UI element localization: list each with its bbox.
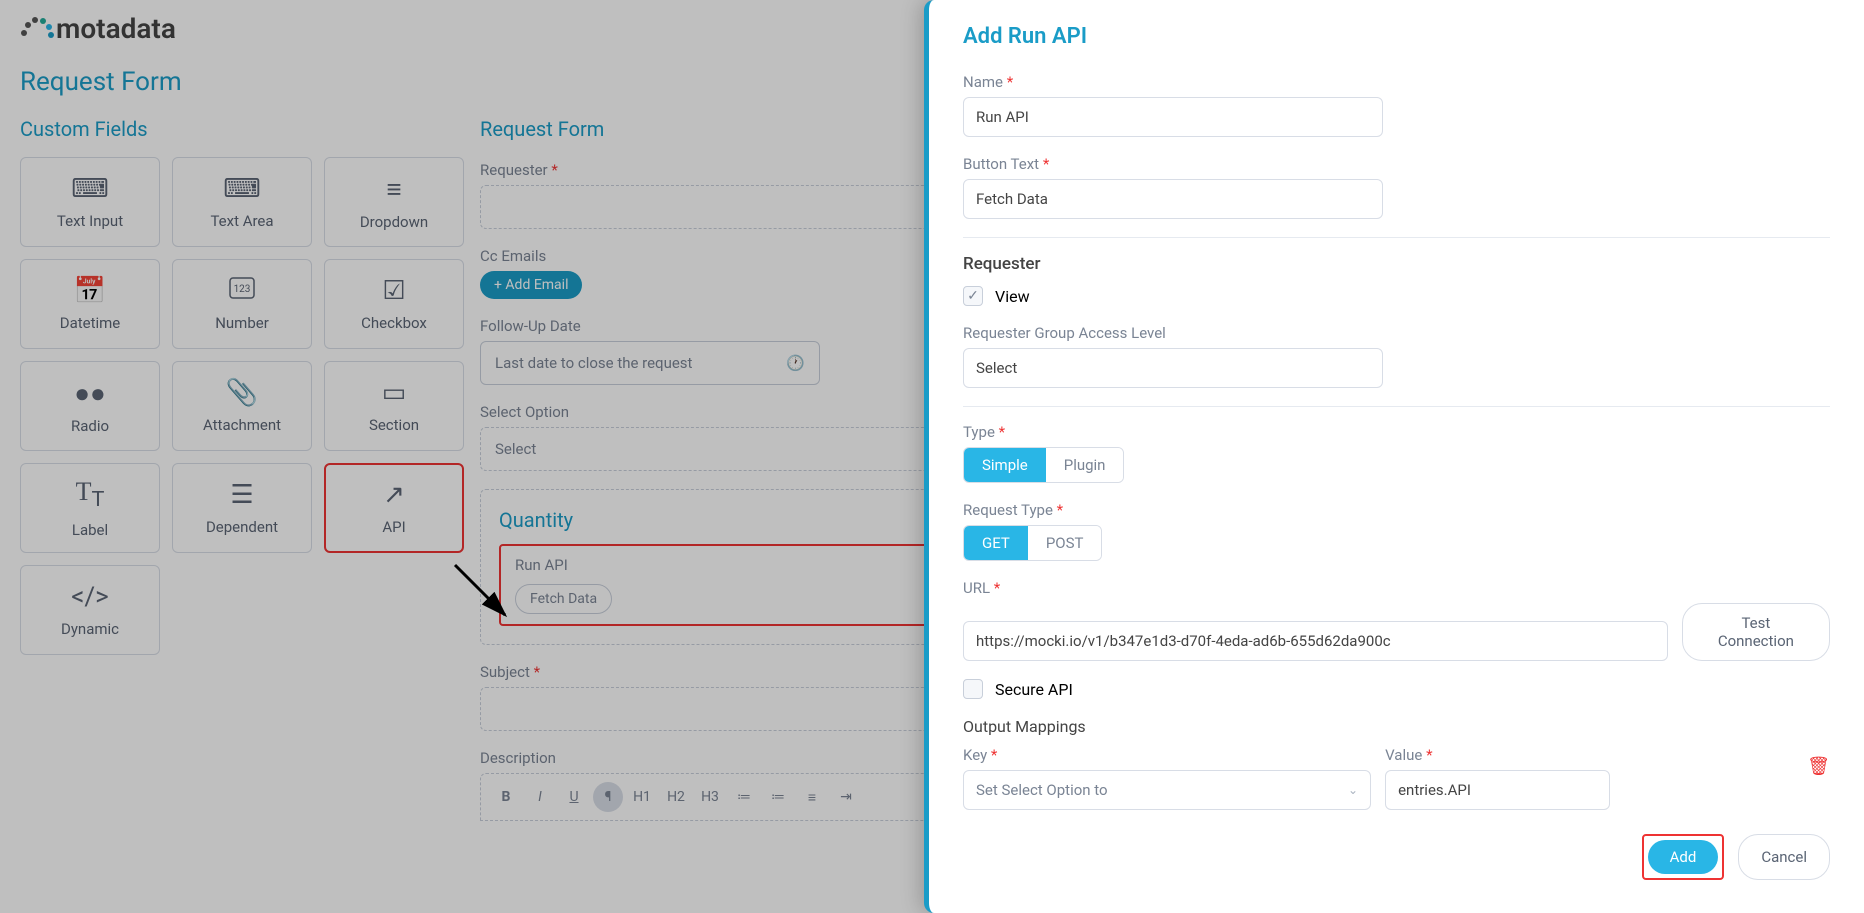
value-label: Value * — [1385, 746, 1793, 764]
secure-api-checkbox[interactable] — [963, 679, 983, 699]
logo-dots-icon — [20, 15, 54, 43]
button-text-input[interactable] — [963, 179, 1383, 219]
dropdown-icon: ≡ — [386, 174, 401, 205]
rte-indent[interactable]: ⇥ — [831, 782, 861, 812]
api-icon: ↗ — [383, 480, 405, 510]
text-area-icon: ⌨ — [223, 174, 261, 204]
field-checkbox[interactable]: ☑Checkbox — [324, 259, 464, 349]
field-text-area[interactable]: ⌨Text Area — [172, 157, 312, 247]
url-label: URL * — [963, 579, 1830, 597]
rte-paragraph[interactable]: ¶ — [593, 782, 623, 812]
key-label: Key * — [963, 746, 1371, 764]
url-input[interactable] — [963, 621, 1668, 661]
view-checkbox[interactable] — [963, 286, 983, 306]
rte-list-ul[interactable]: ≔ — [729, 782, 759, 812]
cancel-button[interactable]: Cancel — [1738, 834, 1830, 880]
dynamic-icon: </> — [71, 582, 109, 612]
test-connection-button[interactable]: Test Connection — [1682, 603, 1830, 661]
requester-section-header: Requester — [963, 254, 1830, 274]
divider — [963, 237, 1830, 238]
svg-text:123: 123 — [234, 284, 251, 295]
output-mappings-header: Output Mappings — [963, 717, 1830, 736]
fetch-data-button[interactable]: Fetch Data — [515, 584, 612, 614]
dependent-icon: ☰ — [230, 480, 253, 510]
text-input-icon: ⌨ — [71, 174, 109, 204]
value-input[interactable] — [1385, 770, 1610, 810]
section-icon: ▭ — [382, 378, 407, 408]
rte-h3[interactable]: H3 — [695, 782, 725, 812]
checkbox-icon: ☑ — [382, 276, 405, 306]
key-select[interactable]: Set Select Option to ⌄ — [963, 770, 1371, 810]
type-toggle: Simple Plugin — [963, 447, 1124, 483]
calendar-icon: 📅 — [74, 276, 106, 306]
field-dependent[interactable]: ☰Dependent — [172, 463, 312, 553]
rte-h2[interactable]: H2 — [661, 782, 691, 812]
group-access-label: Requester Group Access Level — [963, 324, 1830, 342]
panel-title: Add Run API — [963, 24, 1830, 49]
field-number[interactable]: 123Number — [172, 259, 312, 349]
field-text-input[interactable]: ⌨Text Input — [20, 157, 160, 247]
field-attachment[interactable]: 📎Attachment — [172, 361, 312, 451]
request-type-toggle: GET POST — [963, 525, 1102, 561]
button-text-label: Button Text * — [963, 155, 1830, 173]
name-label: Name * — [963, 73, 1830, 91]
field-section[interactable]: ▭Section — [324, 361, 464, 451]
field-api[interactable]: ↗API — [324, 463, 464, 553]
field-label[interactable]: TTLabel — [20, 463, 160, 553]
group-access-select[interactable]: Select — [963, 348, 1383, 388]
view-label: View — [995, 287, 1030, 306]
rte-list-ol[interactable]: ≔ — [763, 782, 793, 812]
secure-api-label: Secure API — [995, 680, 1073, 699]
number-icon: 123 — [229, 276, 255, 306]
rte-italic[interactable]: I — [525, 782, 555, 812]
type-label: Type * — [963, 423, 1830, 441]
request-type-post-button[interactable]: POST — [1028, 526, 1102, 560]
attachment-icon: 📎 — [226, 378, 258, 408]
rte-h1[interactable]: H1 — [627, 782, 657, 812]
chevron-down-icon: ⌄ — [1348, 783, 1358, 797]
clock-icon: 🕐 — [786, 354, 805, 372]
add-button[interactable]: Add — [1648, 840, 1719, 874]
rte-align[interactable]: ≡ — [797, 782, 827, 812]
rte-bold[interactable]: B — [491, 782, 521, 812]
field-datetime[interactable]: 📅Datetime — [20, 259, 160, 349]
label-icon: TT — [76, 477, 105, 512]
rte-underline[interactable]: U — [559, 782, 589, 812]
name-input[interactable] — [963, 97, 1383, 137]
type-simple-button[interactable]: Simple — [964, 448, 1046, 482]
custom-fields-header: Custom Fields — [20, 117, 460, 141]
logo-text: motadata — [56, 12, 176, 45]
add-run-api-panel: Add Run API Name * Button Text * Request… — [924, 0, 1864, 913]
request-type-get-button[interactable]: GET — [964, 526, 1028, 560]
field-dropdown[interactable]: ≡Dropdown — [324, 157, 464, 247]
divider — [963, 406, 1830, 407]
type-plugin-button[interactable]: Plugin — [1046, 448, 1124, 482]
request-type-label: Request Type * — [963, 501, 1830, 519]
radio-icon: ●● — [74, 378, 105, 409]
field-radio[interactable]: ●●Radio — [20, 361, 160, 451]
delete-mapping-icon[interactable]: 🗑 — [1807, 746, 1830, 777]
add-button-highlight: Add — [1642, 834, 1725, 880]
field-dynamic[interactable]: </>Dynamic — [20, 565, 160, 655]
followup-input[interactable]: Last date to close the request 🕐 — [480, 341, 820, 385]
add-email-button[interactable]: + Add Email — [480, 271, 582, 299]
